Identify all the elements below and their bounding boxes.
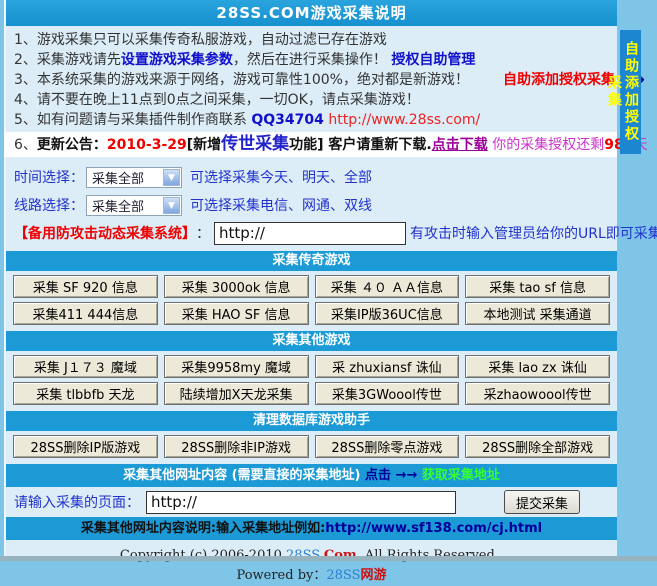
instructions-list: 1、游戏采集只可以采集传奇私服游戏，自动过滤已存在游戏 2、采集游戏请先设置游戏…: [6, 26, 617, 157]
backup-hint: 有攻击时输入管理员给你的URL即可采集: [410, 223, 657, 243]
line-select[interactable]: 采集全部 ▼: [86, 195, 182, 216]
delete-button[interactable]: 28SS删除非IP游戏: [164, 435, 309, 458]
collect-button[interactable]: 采集 J１７３ 魔域: [13, 355, 158, 378]
submit-collect-button[interactable]: 提交采集: [504, 490, 580, 514]
url-note-text: 采集其他网址内容说明:输入采集地址例如:: [81, 521, 325, 536]
backup-colon: ：: [196, 223, 210, 243]
main-panel: 28SS.COM游戏采集说明 1、游戏采集只可以采集传奇私服游戏，自动过滤已存在…: [4, 0, 617, 556]
bottom-edge-strip: [0, 556, 657, 561]
local-test-button[interactable]: 本地测试 采集通道: [465, 302, 610, 325]
time-select[interactable]: 采集全部 ▼: [86, 167, 182, 188]
instruction-line-6: 6、更新公告：2010-3-29[新增传世采集功能] 客户请重新下载.点击下载 …: [4, 132, 617, 157]
collect-button[interactable]: 采集 tlbbfb 天龙: [13, 382, 158, 405]
selection-form: 时间选择： 采集全部 ▼ 可选择采集今天、明天、全部 线路选择： 采集全部 ▼ …: [6, 157, 617, 249]
section-header-legend: 采集传奇游戏: [6, 251, 617, 271]
line4-num: 4、: [14, 92, 37, 108]
auth-remain-text: 你的采集授权还剩: [488, 137, 604, 153]
line6-b1: [新增: [187, 137, 221, 153]
collect-button[interactable]: 采集9958my 魔域: [164, 355, 309, 378]
line3-text: 本系统采集的游戏来源于网络，游戏可靠性100%，绝对都是新游戏！: [37, 72, 469, 88]
page-title: 28SS.COM游戏采集说明: [6, 0, 617, 26]
instruction-line-4: 4、请不要在晚上11点到0点之间采集，一切OK，请点采集游戏！: [14, 90, 609, 110]
backup-system-row: 【备用防攻击动态采集系统】： 有攻击时输入管理员给你的URL即可采集: [14, 219, 609, 247]
other-url-text: 采集其他网址内容 (需要直接的采集地址): [123, 468, 365, 483]
instruction-line-2: 2、采集游戏请先设置游戏采集参数，然后在进行采集操作！ 授权自助管理: [14, 50, 609, 70]
line2-num: 2、: [14, 52, 37, 68]
page-url-label: 请输入采集的页面：: [14, 492, 140, 512]
line1-num: 1、: [14, 32, 37, 48]
auth-manage-link[interactable]: 授权自助管理: [391, 52, 475, 68]
page-url-row: 请输入采集的页面： 提交采集: [6, 487, 617, 517]
time-select-label: 时间选择：: [14, 167, 84, 187]
collect-button[interactable]: 采zhaowoool传世: [465, 382, 610, 405]
powered-by-text: Powered by：: [236, 568, 326, 583]
powered-by-line: Powered by：28SS网游: [6, 566, 617, 586]
section-header-cleaner: 清理数据库游戏助手: [6, 411, 617, 431]
brand-28ss: 28SS: [326, 568, 360, 583]
arrow-right-icons: →→: [391, 468, 422, 483]
collect-button[interactable]: 采集 HAO SF 信息: [164, 302, 309, 325]
delete-button[interactable]: 28SS删除全部游戏: [465, 435, 610, 458]
cleaner-button-grid: 28SS删除IP版游戏 28SS删除非IP游戏 28SS删除零点游戏 28SS删…: [6, 431, 617, 462]
download-link[interactable]: 点击下载: [432, 137, 488, 153]
collect-button[interactable]: 采集IP版36UC信息: [315, 302, 460, 325]
backup-system-label: 【备用防攻击动态采集系统】: [14, 223, 196, 243]
collect-button[interactable]: 采集 ４０ ＡＡ信息: [315, 275, 460, 298]
line4-text: 请不要在晚上11点到0点之间采集，一切OK，请点采集游戏！: [37, 92, 420, 108]
url-note-example: http://www.sf138.com/cj.html: [325, 521, 542, 536]
line6-b2: 功能]: [289, 137, 323, 153]
time-select-value: 采集全部: [87, 168, 163, 187]
line3-num: 3、: [14, 72, 37, 88]
site-url-link[interactable]: http://www.28ss.com/: [328, 112, 480, 128]
instruction-line-3: 3、本系统采集的游戏来源于网络，游戏可靠性100%，绝对都是新游戏！自助添加授权…: [14, 70, 609, 90]
dropdown-arrow-icon[interactable]: ▼: [163, 197, 180, 214]
collect-button[interactable]: 采集411 444信息: [13, 302, 158, 325]
time-select-hint: 可选择采集今天、明天、全部: [190, 167, 372, 187]
other-button-grid: 采集 J１７３ 魔域 采集9958my 魔域 采 zhuxiansf 诛仙 采集…: [6, 351, 617, 409]
update-date: 2010-3-29: [107, 137, 187, 153]
side-tab-self-add-auth[interactable]: 自助添加授权采集: [620, 30, 641, 154]
instruction-line-1: 1、游戏采集只可以采集传奇私服游戏，自动过滤已存在游戏: [14, 30, 609, 50]
collect-button[interactable]: 采集3GWoool传世: [315, 382, 460, 405]
click-label: 点击: [365, 468, 391, 483]
line6-label: 更新公告：: [37, 137, 107, 153]
line6-big: 传世采集: [221, 134, 289, 154]
line5-num: 5、: [14, 112, 37, 128]
line2-pre: 采集游戏请先: [37, 52, 121, 68]
collect-button[interactable]: 采集 tao sf 信息: [465, 275, 610, 298]
line2-mid: ，然后在进行采集操作！: [233, 52, 391, 68]
qq-link[interactable]: QQ34704: [251, 112, 324, 128]
collect-button[interactable]: 陆续增加X天龙采集: [164, 382, 309, 405]
delete-button[interactable]: 28SS删除零点游戏: [315, 435, 460, 458]
backup-url-input[interactable]: [214, 222, 406, 245]
url-note-bar: 采集其他网址内容说明:输入采集地址例如:http://www.sf138.com…: [6, 517, 617, 540]
section-header-other: 采集其他游戏: [6, 331, 617, 351]
footer: Copyright (c) 2006-2010 28SS.Com. All Ri…: [6, 540, 617, 586]
line6-mid: 客户请重新下载.: [324, 137, 432, 153]
legend-button-grid: 采集 SF 920 信息 采集 3000ok 信息 采集 ４０ ＡＡ信息 采集 …: [6, 271, 617, 329]
line-select-value: 采集全部: [87, 196, 163, 215]
get-address-link[interactable]: 获取采集地址: [422, 468, 500, 483]
dropdown-arrow-icon[interactable]: ▼: [163, 169, 180, 186]
page-url-input[interactable]: [146, 491, 456, 514]
brand-wangyou: 网游: [361, 568, 387, 583]
line-select-hint: 可选择采集电信、网通、双线: [190, 195, 372, 215]
instruction-line-5: 5、如有问题请与采集插件制作商联系 QQ34704 http://www.28s…: [14, 110, 609, 130]
collect-button[interactable]: 采 zhuxiansf 诛仙: [315, 355, 460, 378]
other-url-bar: 采集其他网址内容 (需要直接的采集地址) 点击 →→ 获取采集地址: [6, 464, 617, 487]
line5-pre: 如有问题请与采集插件制作商联系: [37, 112, 251, 128]
time-select-row: 时间选择： 采集全部 ▼ 可选择采集今天、明天、全部: [14, 163, 609, 191]
settings-params-link[interactable]: 设置游戏采集参数: [121, 52, 233, 68]
collect-button[interactable]: 采集 3000ok 信息: [164, 275, 309, 298]
delete-button[interactable]: 28SS删除IP版游戏: [13, 435, 158, 458]
collect-button[interactable]: 采集 lao zx 诛仙: [465, 355, 610, 378]
line-select-label: 线路选择：: [14, 195, 84, 215]
line1-text: 游戏采集只可以采集传奇私服游戏，自动过滤已存在游戏: [37, 32, 387, 48]
line-select-row: 线路选择： 采集全部 ▼ 可选择采集电信、网通、双线: [14, 191, 609, 219]
line6-num: 6、: [14, 137, 37, 153]
collect-button[interactable]: 采集 SF 920 信息: [13, 275, 158, 298]
self-add-auth-link[interactable]: 自助添加授权采集: [503, 72, 615, 88]
